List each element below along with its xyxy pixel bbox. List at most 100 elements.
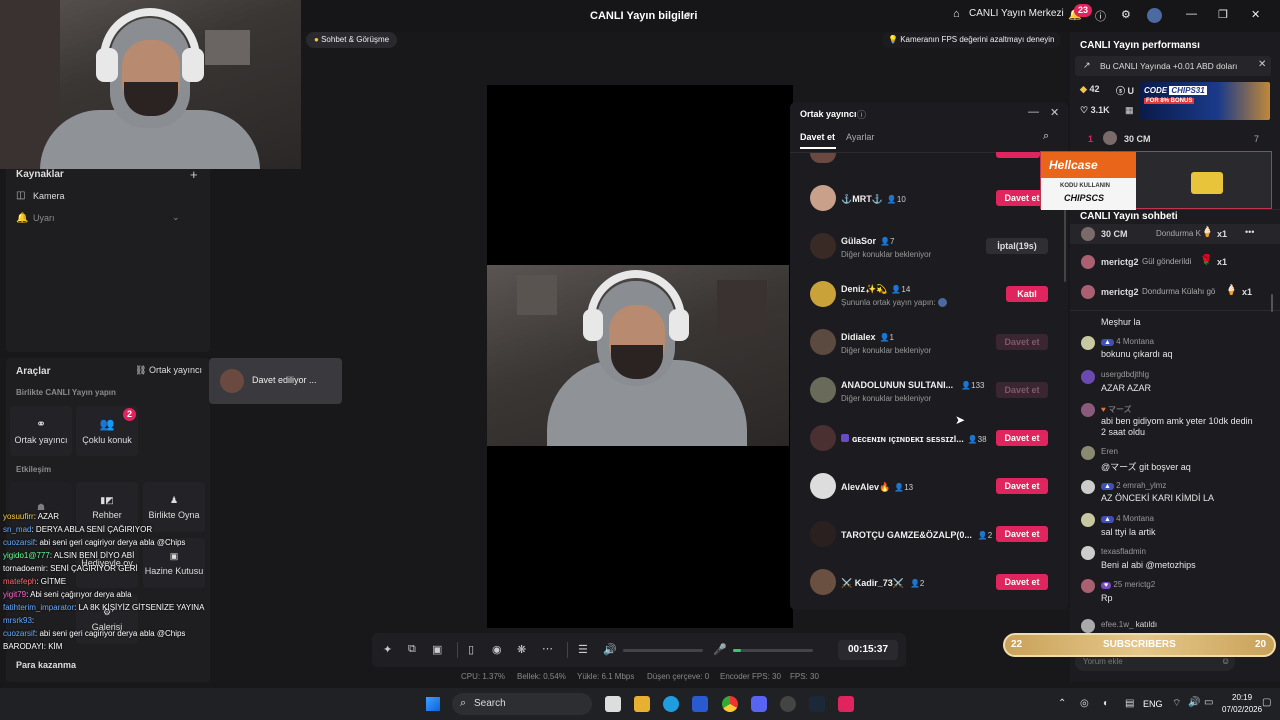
screen-icon[interactable]: ▣ bbox=[432, 643, 442, 656]
trend-icon: ↗ bbox=[1083, 60, 1091, 70]
magic-icon[interactable]: ✦ bbox=[383, 643, 392, 656]
plus-icon[interactable]: + bbox=[190, 167, 198, 182]
subs-label: SUBSCRIBERS bbox=[1103, 639, 1176, 650]
avatar bbox=[1081, 285, 1095, 299]
windows-start-icon[interactable] bbox=[426, 697, 440, 711]
volume-icon[interactable]: 🔊 bbox=[1188, 697, 1200, 708]
avatar bbox=[1081, 336, 1095, 350]
invite-button[interactable]: Davet et bbox=[996, 430, 1048, 446]
volume-slider[interactable] bbox=[623, 649, 703, 652]
live-center-link[interactable]: CANLI Yayın Merkezi bbox=[969, 8, 1064, 19]
viewer-count: 👤38 bbox=[967, 435, 987, 444]
tray-app2-icon[interactable]: ▤ bbox=[1125, 698, 1134, 709]
list-item: ANADOLUNUN SULTANI... 👤133 Diğer konuklar… bbox=[790, 366, 1068, 414]
edge-icon[interactable] bbox=[663, 696, 679, 712]
chat-user: usergdbdjthlg bbox=[1101, 370, 1150, 379]
tab-invite[interactable]: Davet et bbox=[800, 132, 835, 142]
join-button[interactable]: Katıl bbox=[1006, 286, 1048, 302]
file-explorer-icon[interactable] bbox=[634, 696, 650, 712]
badge-icon bbox=[841, 434, 849, 442]
avatar bbox=[810, 569, 836, 595]
chevron-down-icon[interactable]: ⌄ bbox=[172, 212, 180, 223]
overlay-line: matefeph: GİTME bbox=[3, 577, 67, 586]
wifi-icon[interactable]: ⌔ bbox=[1172, 697, 1181, 710]
invitee-avatar bbox=[220, 369, 244, 393]
ad-banner[interactable]: CODE CHIPS31 FOR 8% BONUS bbox=[1140, 82, 1270, 120]
minimize-panel-icon[interactable]: — bbox=[1028, 106, 1039, 118]
emoji-icon[interactable]: ☺ bbox=[1221, 656, 1230, 666]
divider bbox=[457, 642, 458, 658]
close-panel-icon[interactable]: ✕ bbox=[1050, 106, 1059, 119]
source-alert[interactable]: Uyarı bbox=[33, 213, 55, 223]
chat-meeting-pill[interactable]: ● Sohbet & Görüşme bbox=[306, 32, 398, 48]
tray-app-icon[interactable]: ◐ bbox=[1103, 698, 1109, 709]
notification-center-icon[interactable]: ▢ bbox=[1262, 697, 1271, 708]
tool-multi-label: Çoklu konuk bbox=[82, 435, 132, 445]
info-icon[interactable]: ⓘ bbox=[857, 108, 866, 121]
close-icon[interactable]: ✕ bbox=[1251, 8, 1260, 21]
viewer-count: 👤7 bbox=[880, 237, 895, 246]
dollar-icon: ⓢ bbox=[1116, 86, 1126, 96]
tray-chevron-icon[interactable]: ⌃ bbox=[1058, 698, 1066, 709]
upload-stat: Yükle: 6.1 Mbps bbox=[577, 672, 635, 681]
taskbar-search[interactable]: ⌕ Search bbox=[452, 693, 592, 715]
close-notice-icon[interactable]: ✕ bbox=[1258, 59, 1266, 70]
share-icon[interactable]: ↗ bbox=[682, 9, 691, 22]
clock-time[interactable]: 20:19 bbox=[1232, 693, 1252, 702]
store-icon[interactable] bbox=[692, 696, 708, 712]
hellcase-banner[interactable]: Hellcase KODU KULLANIN CHIPSCS bbox=[1040, 151, 1272, 210]
tab-settings[interactable]: Ayarlar bbox=[846, 132, 874, 142]
search-icon[interactable]: ⌕ bbox=[1043, 130, 1049, 143]
invite-button[interactable]: Davet et bbox=[996, 478, 1048, 494]
tiktok-live-icon[interactable] bbox=[838, 696, 854, 712]
avatar bbox=[1081, 513, 1095, 527]
viewer-count: 👤1 bbox=[879, 333, 894, 342]
more-icon[interactable]: ⋯ bbox=[542, 642, 553, 655]
cancel-button[interactable]: İptal(19s) bbox=[986, 238, 1048, 254]
chat-message: Meşhur la bbox=[1101, 317, 1141, 327]
gear-icon[interactable]: ⚙ bbox=[1121, 8, 1131, 21]
speaker-icon[interactable]: 🔊 bbox=[603, 643, 617, 656]
guests-icon: 👥 bbox=[99, 417, 115, 431]
rank-number: 1 bbox=[1088, 134, 1094, 144]
minimize-icon[interactable]: — bbox=[1186, 8, 1197, 20]
cohost-name: GülaSor 👤7 bbox=[841, 236, 895, 246]
steam-icon[interactable] bbox=[809, 696, 825, 712]
mic-slider[interactable] bbox=[733, 649, 813, 652]
invite-button[interactable]: Davet et bbox=[996, 526, 1048, 542]
help-icon[interactable]: ⓘ bbox=[1095, 8, 1106, 24]
task-view-icon[interactable] bbox=[605, 696, 621, 712]
invite-button-disabled[interactable]: Davet et bbox=[996, 334, 1048, 350]
viewer-count: 👤2 bbox=[909, 579, 925, 588]
chat-user: ♥ マーズ bbox=[1101, 405, 1132, 414]
battery-icon[interactable]: ▭ bbox=[1204, 697, 1213, 708]
chrome-icon[interactable] bbox=[722, 696, 738, 712]
cohost-link[interactable]: ⛓ Ortak yayıncı bbox=[135, 365, 202, 376]
source-camera[interactable]: Kamera bbox=[33, 191, 65, 201]
language-indicator[interactable]: ENG bbox=[1143, 699, 1163, 709]
chat-scrollbar[interactable] bbox=[1271, 294, 1273, 312]
microphone-icon[interactable]: 🎤 bbox=[713, 643, 727, 656]
chat-overlay: yosuufirr: AZAR sn_mad: DERYA ABLA SENİ … bbox=[3, 510, 204, 660]
tray-discord-icon[interactable]: ◎ bbox=[1080, 698, 1089, 709]
layout-icon[interactable]: ⧉ bbox=[408, 643, 416, 656]
phone-icon[interactable]: ▯ bbox=[468, 643, 474, 656]
clock-date[interactable]: 07/02/2026 bbox=[1222, 705, 1262, 714]
obs-icon[interactable] bbox=[780, 696, 796, 712]
inviting-label: Davet ediliyor ... bbox=[252, 375, 317, 385]
discord-icon[interactable] bbox=[751, 696, 767, 712]
mixer-icon[interactable]: ☰ bbox=[578, 643, 588, 656]
maximize-icon[interactable]: ❐ bbox=[1218, 8, 1228, 21]
more-icon[interactable]: ••• bbox=[1245, 227, 1254, 237]
chat-user: Eren bbox=[1101, 447, 1118, 456]
chat-message: sal ttyi la artik bbox=[1101, 527, 1156, 537]
camera-icon: ◫ bbox=[16, 190, 26, 201]
hellcase-header: Hellcase bbox=[1041, 152, 1136, 178]
invite-button[interactable]: Davet et bbox=[996, 574, 1048, 590]
invite-button-disabled[interactable]: Davet et bbox=[996, 382, 1048, 398]
record-icon[interactable]: ◉ bbox=[492, 643, 502, 656]
tool-cohost[interactable]: ⚭ Ortak yayıncı bbox=[10, 406, 72, 456]
effects-icon[interactable]: ❋ bbox=[517, 643, 526, 656]
partial-invite-button[interactable] bbox=[996, 152, 1040, 158]
profile-avatar[interactable] bbox=[1147, 8, 1162, 23]
